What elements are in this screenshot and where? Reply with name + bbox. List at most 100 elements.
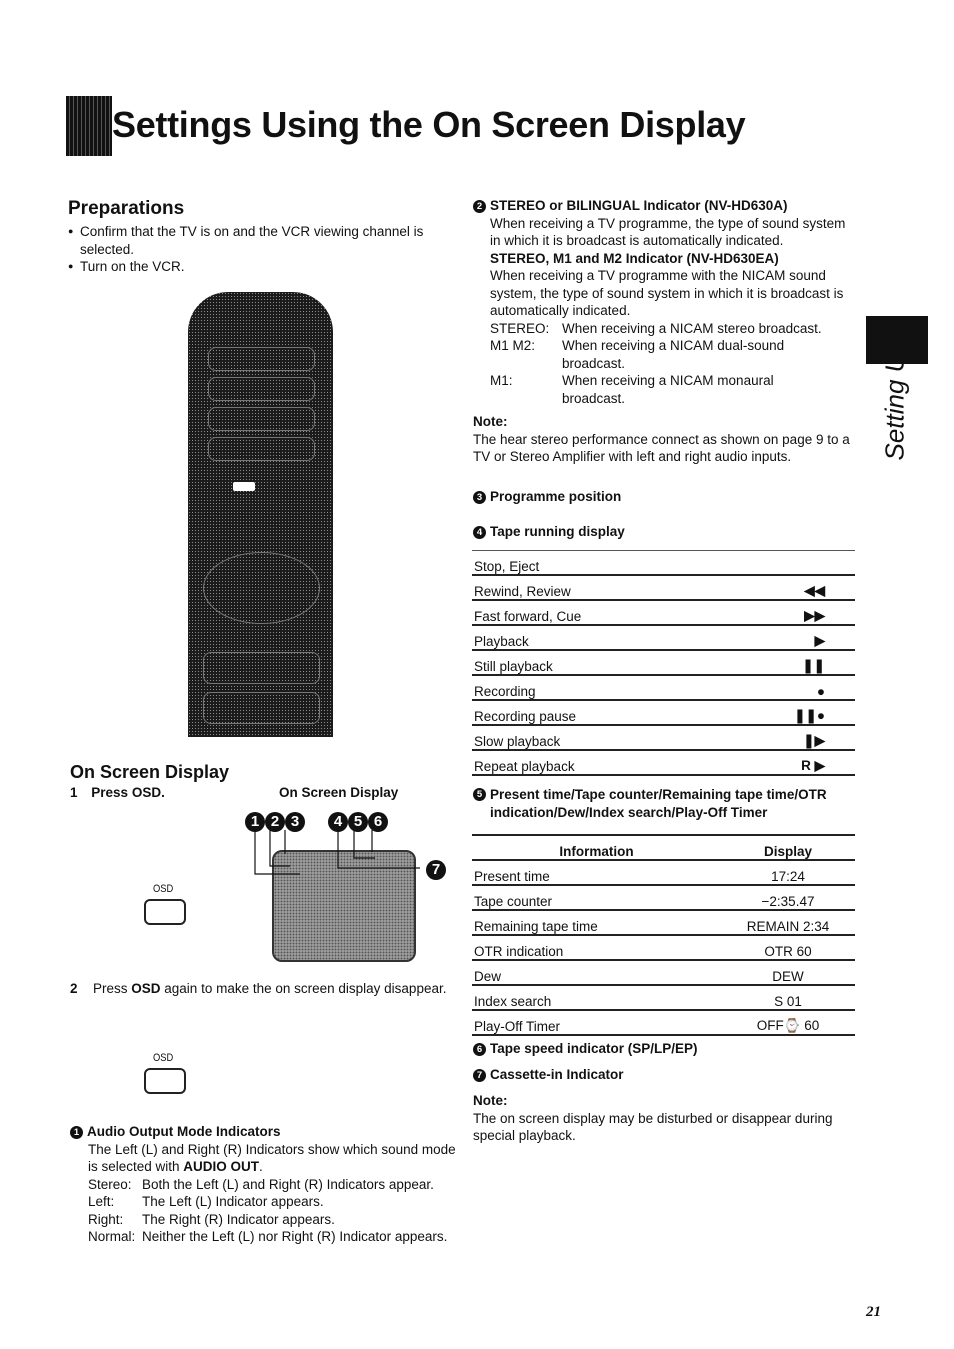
osd-key-icon <box>144 1068 186 1094</box>
item-present-time: 5 Present time/Tape counter/Remaining tap… <box>473 786 858 821</box>
note-text: The hear stereo performance connect as s… <box>473 431 850 465</box>
definition-row: M1 M2: When receiving a NICAM dual-sound … <box>490 337 858 372</box>
display-cell: S 01 <box>721 985 855 1011</box>
tape-mode-label: Slow playback <box>472 725 743 751</box>
callout-group-left: 123 <box>245 812 305 832</box>
definition-term: M1 M2: <box>490 338 536 353</box>
tape-running-table-wrap: Stop, Eject Rewind, Review ◀◀ Fast forward,… <box>472 550 855 776</box>
item-heading-text: Cassette-in Indicator <box>490 1067 624 1082</box>
step-number: 2 <box>70 981 78 996</box>
item-subheading: STEREO, M1 and M2 Indicator (NV-HD630EA) <box>490 250 779 266</box>
table-row: Dew DEW <box>472 960 855 986</box>
remote-button-row <box>208 437 315 461</box>
section-tab-label: Setting Up <box>879 339 910 461</box>
item-heading-text: Programme position <box>490 489 622 504</box>
item-heading-text: Audio Output Mode Indicators <box>87 1124 281 1139</box>
step-1: 1 Press OSD. <box>70 784 165 802</box>
remote-button-row <box>208 377 315 401</box>
item-stereo-indicator: 2 STEREO or BILINGUAL Indicator (NV-HD630… <box>473 197 858 466</box>
information-cell: OTR indication <box>472 935 721 961</box>
tape-mode-symbol-icon: ◀◀ <box>743 575 855 601</box>
definition-row: M1: When receiving a NICAM monaural broad… <box>490 372 858 407</box>
tape-mode-symbol-icon: ▶▶ <box>743 600 855 626</box>
table-row: Stop, Eject <box>472 550 855 576</box>
table-row: Slow playback ❚▶ <box>472 725 855 751</box>
remote-osd-button-highlight <box>233 482 255 491</box>
intro-text: The Left (L) and Right (R) Indicators sh… <box>88 1141 456 1175</box>
item-text: When receiving a TV programme with the N… <box>490 268 844 318</box>
display-cell: OTR 60 <box>721 935 855 961</box>
step-number: 1 <box>70 785 78 800</box>
display-cell: −2:35.47 <box>721 885 855 911</box>
step-text: Press OSD again to make the on screen di… <box>93 980 446 998</box>
osd-key-icon <box>144 899 186 925</box>
note-label: Note: <box>473 1093 508 1108</box>
table-row: Tape counter −2:35.47 <box>472 885 855 911</box>
tape-mode-symbol-icon: ❚❚ <box>743 650 855 676</box>
tape-mode-label: Recording <box>472 675 743 701</box>
item-number-badge: 3 <box>473 491 486 504</box>
definition-value: Both the Left (L) and Right (R) Indicato… <box>142 1176 434 1192</box>
tape-mode-label: Stop, Eject <box>472 550 743 576</box>
tape-mode-symbol-icon: ● <box>743 675 855 701</box>
table-header-row: Information Display <box>472 834 855 861</box>
item-heading-text: Present time/Tape counter/Remaining tape… <box>490 787 827 820</box>
table-row: Recording ● <box>472 675 855 701</box>
tape-mode-symbol-icon: ▶ <box>743 625 855 651</box>
final-note: Note: The on screen display may be distu… <box>473 1092 863 1145</box>
item-tape-running: 4 Tape running display <box>473 523 625 541</box>
tape-running-table: Stop, Eject Rewind, Review ◀◀ Fast forward,… <box>472 550 855 776</box>
item-heading-text: Tape speed indicator (SP/LP/EP) <box>490 1041 698 1056</box>
tape-mode-label: Recording pause <box>472 700 743 726</box>
definition-value: Neither the Left (L) nor Right (R) Indic… <box>142 1229 448 1244</box>
step-text-part: Press <box>93 981 132 996</box>
callout-6: 6 <box>368 812 388 832</box>
information-cell: Tape counter <box>472 885 721 911</box>
tape-mode-symbol-icon: R ▶ <box>743 750 855 776</box>
step-text: Press OSD. <box>91 785 165 800</box>
title-bar-marker <box>66 96 112 156</box>
table-row: Still playback ❚❚ <box>472 650 855 676</box>
item-heading: 2 STEREO or BILINGUAL Indicator (NV-HD630… <box>473 197 858 215</box>
item-body: When receiving a TV programme, the type … <box>473 215 858 408</box>
callout-leader-lines <box>254 830 420 875</box>
definition-value: When receiving a NICAM monaural broadcas… <box>562 373 774 406</box>
tape-mode-symbol-icon: ❚▶ <box>743 725 855 751</box>
step-text-key: OSD <box>131 981 161 996</box>
item-number-badge: 1 <box>70 1126 83 1139</box>
info-table-wrap: Information Display Present time 17:24 Tap… <box>472 834 855 1036</box>
tape-mode-label: Playback <box>472 625 743 651</box>
definition-row: Right: The Right (R) Indicator appears. <box>88 1211 460 1229</box>
intro-text: . <box>259 1159 263 1174</box>
item-body: The Left (L) and Right (R) Indicators sh… <box>70 1141 460 1246</box>
callout-group-right: 456 <box>328 812 388 832</box>
remote-button-row <box>203 692 320 724</box>
item-programme-position: 3 Programme position <box>473 488 621 506</box>
definition-row: STEREO: When receiving a NICAM stereo bro… <box>490 320 858 338</box>
definition-term: Left: <box>88 1194 115 1209</box>
step-text-part: again to make the on screen display disa… <box>160 981 447 996</box>
definition-term: Right: <box>88 1211 124 1227</box>
osd-key-label: OSD <box>153 1052 174 1064</box>
page-number: 21 <box>866 1304 881 1320</box>
item-heading-text: Tape running display <box>490 524 625 539</box>
item-cassette-in: 7 Cassette-in Indicator <box>473 1066 624 1084</box>
information-cell: Dew <box>472 960 721 986</box>
item-heading: 1 Audio Output Mode Indicators <box>70 1123 460 1141</box>
tape-mode-label: Still playback <box>472 650 743 676</box>
information-cell: Index search <box>472 985 721 1011</box>
table-row: Rewind, Review ◀◀ <box>472 575 855 601</box>
remote-control-illustration <box>188 292 333 737</box>
callout-2: 2 <box>265 812 285 832</box>
remote-button-row <box>208 407 315 431</box>
tape-mode-label: Fast forward, Cue <box>472 600 743 626</box>
step-2: 2 Press OSD again to make the on screen … <box>70 980 450 998</box>
column-header-display: Display <box>721 834 855 861</box>
item-number-badge: 7 <box>473 1069 486 1082</box>
table-row: Play-Off Timer OFF⌚ 60 <box>472 1010 855 1036</box>
definition-value: When receiving a NICAM stereo broadcast. <box>562 320 822 336</box>
display-cell: OFF⌚ 60 <box>721 1010 855 1036</box>
definition-term: M1: <box>490 373 513 388</box>
item-audio-output: 1 Audio Output Mode Indicators The Left (… <box>70 1123 460 1246</box>
osd-key-label: OSD <box>153 883 174 895</box>
